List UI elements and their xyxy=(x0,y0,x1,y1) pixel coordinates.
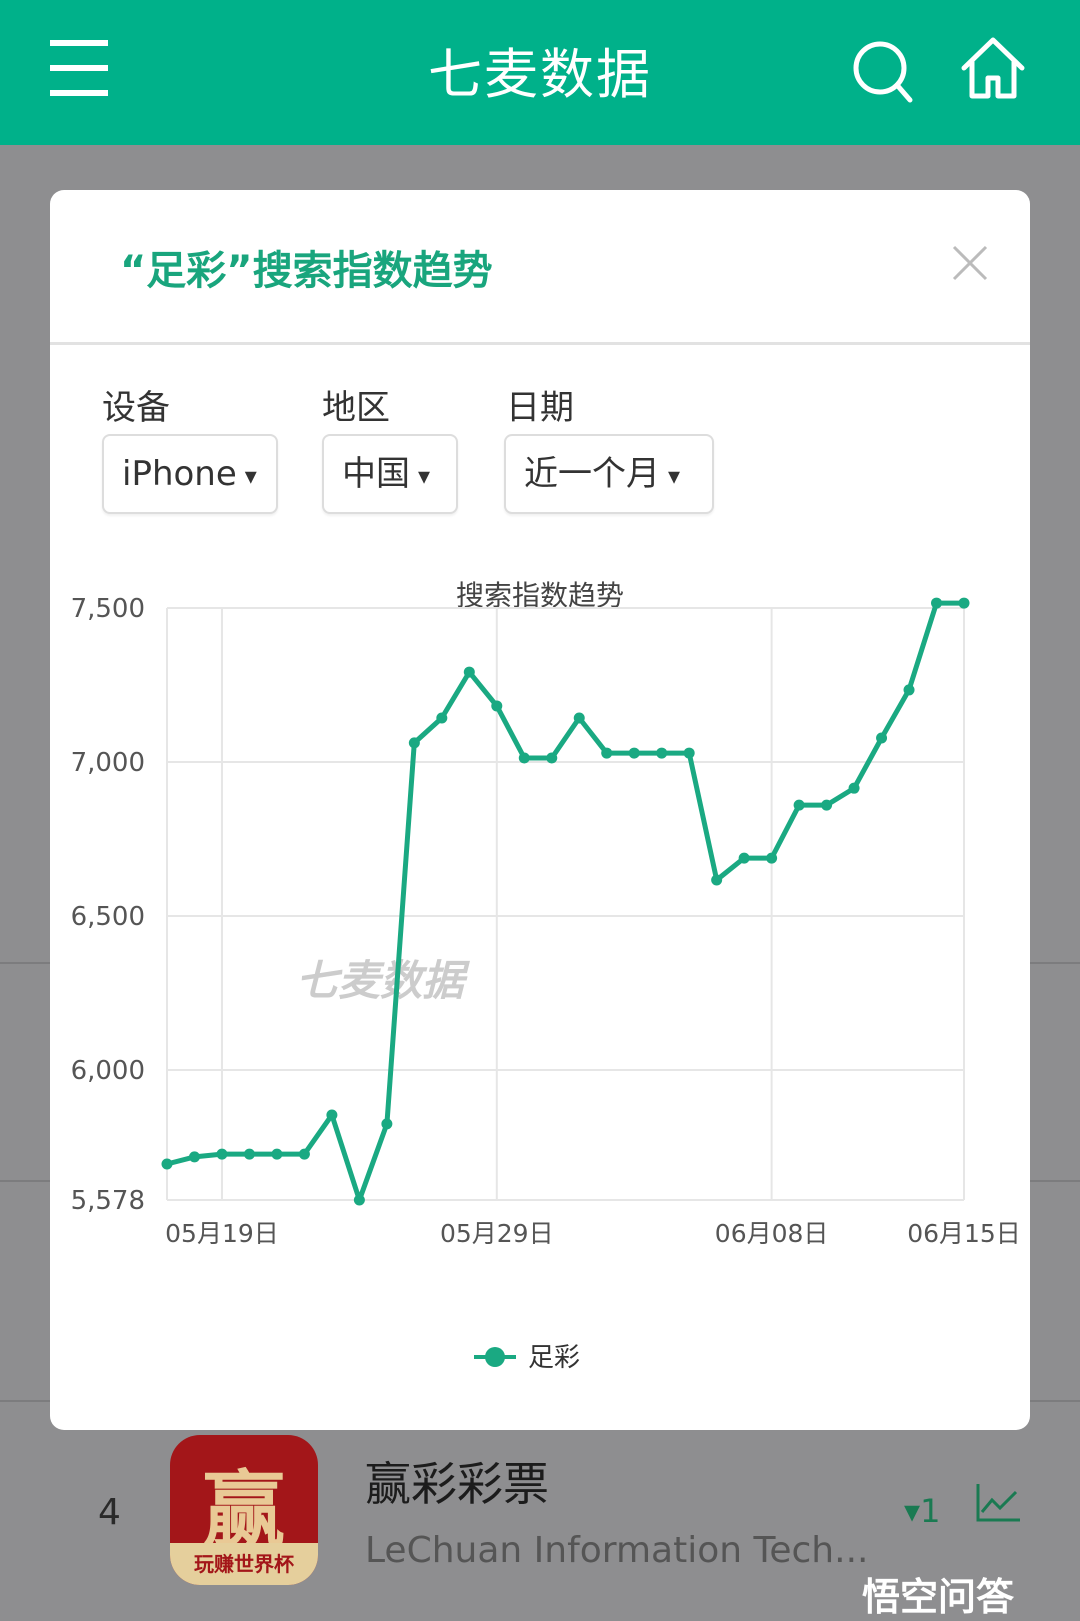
app-title: 七麦数据 xyxy=(428,43,652,106)
search-icon[interactable] xyxy=(850,38,916,104)
rank-change: ▾1 xyxy=(904,1492,941,1530)
device-select[interactable]: iPhone ▾ xyxy=(102,434,278,514)
date-select-value: 近一个月 xyxy=(524,454,660,494)
data-point[interactable] xyxy=(518,752,530,764)
app-icon: 赢 玩赚世界杯 xyxy=(170,1435,318,1585)
data-point[interactable] xyxy=(188,1151,200,1163)
data-point[interactable] xyxy=(463,666,475,678)
app-name: 赢彩彩票 xyxy=(365,1457,549,1511)
home-icon[interactable] xyxy=(958,34,1028,104)
region-select-value: 中国 xyxy=(342,454,410,494)
date-label: 日期 xyxy=(506,388,574,428)
data-point[interactable] xyxy=(738,852,750,864)
top-bar: 七麦数据 xyxy=(0,0,1080,145)
data-point[interactable] xyxy=(573,712,585,724)
legend-marker-icon xyxy=(485,1347,505,1367)
search-trend-modal: “足彩”搜索指数趋势 设备 地区 日期 iPhone ▾ 中国 ▾ 近一个月 ▾ 搜索… xyxy=(50,190,1030,1430)
data-point[interactable] xyxy=(903,684,915,696)
chart-watermark: 七麦数据 xyxy=(296,956,470,1005)
chart-legend[interactable]: 足彩 xyxy=(474,1343,580,1373)
data-point[interactable] xyxy=(821,799,833,811)
x-tick-label: 05月19日 xyxy=(165,1219,279,1248)
data-point[interactable] xyxy=(628,747,640,759)
trend-chart: 搜索指数趋势 七麦数据 7,500 7,000 6,500 6,000 5,578 05… xyxy=(50,560,1030,1420)
modal-divider xyxy=(50,342,1030,345)
app-icon-band: 玩赚世界杯 xyxy=(170,1543,318,1585)
data-point[interactable] xyxy=(243,1148,255,1160)
data-point[interactable] xyxy=(876,732,888,744)
data-point[interactable] xyxy=(656,747,668,759)
legend-label: 足彩 xyxy=(528,1343,580,1373)
data-point[interactable] xyxy=(381,1118,393,1130)
x-tick-label: 06月08日 xyxy=(715,1219,829,1248)
data-point[interactable] xyxy=(298,1148,310,1160)
rank-number: 4 xyxy=(98,1492,121,1533)
x-tick-label: 06月15日 xyxy=(907,1219,1021,1248)
y-tick-label: 7,000 xyxy=(71,748,145,778)
x-tick-label: 05月29日 xyxy=(440,1219,554,1248)
data-point[interactable] xyxy=(436,712,448,724)
data-point[interactable] xyxy=(958,597,970,609)
y-tick-label: 6,500 xyxy=(71,902,145,932)
data-point[interactable] xyxy=(353,1194,365,1206)
chevron-down-icon: ▾ xyxy=(668,461,681,490)
data-point[interactable] xyxy=(931,597,943,609)
y-tick-label: 6,000 xyxy=(71,1056,145,1086)
data-point[interactable] xyxy=(216,1148,228,1160)
data-point[interactable] xyxy=(491,700,503,712)
data-point[interactable] xyxy=(601,747,613,759)
data-point[interactable] xyxy=(711,874,723,886)
chevron-down-icon: ▾ xyxy=(244,461,257,490)
wukong-watermark: 悟空问答 xyxy=(862,1575,1015,1619)
data-point[interactable] xyxy=(408,737,420,749)
region-select[interactable]: 中国 ▾ xyxy=(322,434,458,514)
y-tick-label: 5,578 xyxy=(71,1186,145,1216)
device-label: 设备 xyxy=(102,388,170,428)
data-point[interactable] xyxy=(546,752,558,764)
date-select[interactable]: 近一个月 ▾ xyxy=(504,434,714,514)
device-select-value: iPhone xyxy=(122,454,237,494)
close-icon[interactable] xyxy=(952,245,988,281)
trend-chart-icon[interactable] xyxy=(976,1482,1022,1522)
region-label: 地区 xyxy=(322,388,390,428)
data-point[interactable] xyxy=(326,1109,338,1121)
chevron-down-icon: ▾ xyxy=(418,461,431,490)
data-point[interactable] xyxy=(848,782,860,794)
app-developer: LeChuan Information Tech... xyxy=(365,1530,869,1571)
data-point[interactable] xyxy=(683,747,695,759)
data-point[interactable] xyxy=(271,1148,283,1160)
y-tick-label: 7,500 xyxy=(71,594,145,624)
data-point[interactable] xyxy=(766,852,778,864)
modal-title: “足彩”搜索指数趋势 xyxy=(120,248,493,294)
trend-chart-svg: 搜索指数趋势 七麦数据 7,5007,0006,5006,0005,578 05… xyxy=(71,579,1021,1373)
series-line-zucai xyxy=(166,600,964,1203)
data-point[interactable] xyxy=(793,799,805,811)
data-point[interactable] xyxy=(161,1158,173,1170)
